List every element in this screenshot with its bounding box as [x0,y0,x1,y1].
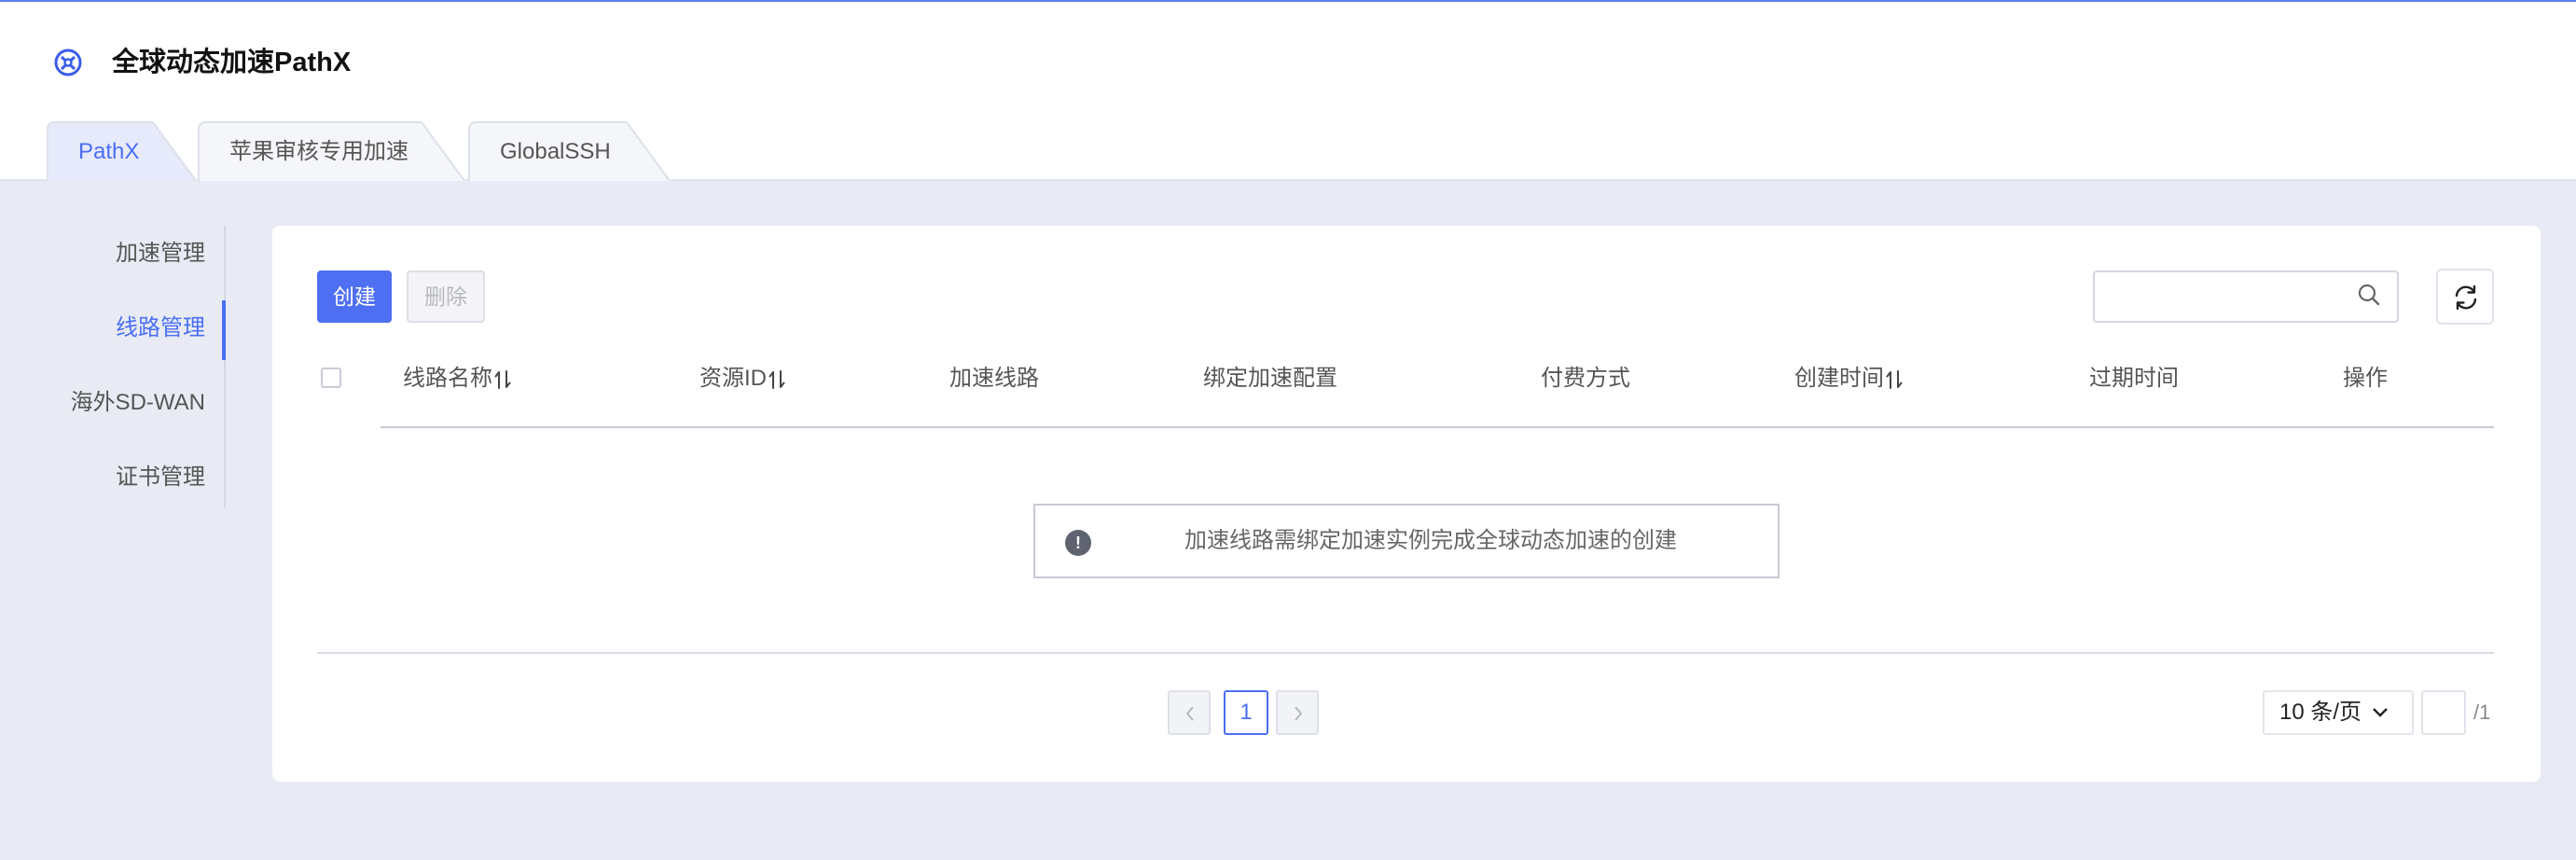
info-icon: ! [1065,530,1091,556]
column-header-actions: 操作 [2343,366,2388,391]
tab-globalssh[interactable]: GlobalSSH [468,121,672,181]
sidebar-item-sd-wan[interactable]: 海外SD-WAN [71,384,205,422]
table-header-divider [381,426,2494,428]
total-pages-label: /1 [2473,700,2491,724]
tab-apple-review[interactable]: 苹果审核专用加速 [198,121,466,181]
column-header-resource-id[interactable]: 资源ID [699,360,785,397]
select-all-checkbox[interactable] [321,368,341,388]
column-header-route-name[interactable]: 线路名称 [403,360,511,397]
sort-icon[interactable] [769,369,785,390]
sort-icon[interactable] [1886,369,1903,390]
empty-state: ! 加速线路需绑定加速实例完成全球动态加速的创建 [1033,504,1780,578]
page-size-value: 10 条/页 [2279,700,2362,725]
delete-button[interactable]: 删除 [407,270,485,323]
page-header: 全球动态加速PathX PathX 苹果审核专用加速 GlobalSSH [0,2,2576,181]
page-title: 全球动态加速PathX [112,48,352,77]
sidebar-item-acceleration[interactable]: 加速管理 [116,235,205,272]
search-icon[interactable] [2356,282,2382,308]
column-header-expires-at: 过期时间 [2089,366,2179,391]
tab-fold [153,121,198,181]
sidebar: 加速管理 线路管理 海外SD-WAN 证书管理 [0,226,226,507]
sidebar-item-certificates[interactable]: 证书管理 [116,459,205,496]
column-header-acceleration-route: 加速线路 [949,366,1039,391]
empty-state-text: 加速线路需绑定加速实例完成全球动态加速的创建 [1184,528,1677,553]
page-number-current[interactable]: 1 [1224,690,1268,735]
column-header-label: 资源ID [699,366,767,391]
tab-fold [627,121,672,181]
sort-icon[interactable] [494,369,511,390]
tab-globalssh-label: GlobalSSH [500,139,611,164]
tab-pathx[interactable]: PathX [47,121,198,181]
refresh-button[interactable] [2436,269,2494,325]
create-button[interactable]: 创建 [317,270,392,323]
column-header-label: 线路名称 [403,366,492,391]
chevron-left-icon [1185,706,1194,721]
column-header-bound-config: 绑定加速配置 [1203,366,1337,391]
pathx-logo-icon [54,49,82,76]
column-header-created-at[interactable]: 创建时间 [1794,360,1903,397]
refresh-icon [2455,284,2477,311]
column-header-label: 创建时间 [1794,366,1884,391]
main-panel: 创建 删除 线路名称 资源ID 加速线路 绑定加速配置 付费方式 创建时间 过期… [272,226,2541,782]
column-header-billing: 付费方式 [1541,366,1630,391]
tab-apple-review-label: 苹果审核专用加速 [229,139,409,164]
table-footer-divider [317,652,2494,654]
tab-fold [422,121,466,181]
prev-page-button[interactable] [1168,690,1211,735]
page-size-select[interactable]: 10 条/页 [2263,690,2414,735]
page-jump-input[interactable] [2421,690,2466,735]
search-input[interactable] [2093,270,2399,323]
chevron-down-icon [2373,708,2388,717]
chevron-right-icon [1295,706,1303,721]
next-page-button[interactable] [1276,690,1319,735]
sidebar-item-routes[interactable]: 线路管理 [116,310,205,347]
sidebar-active-indicator [222,300,226,360]
tab-pathx-label: PathX [78,139,140,164]
